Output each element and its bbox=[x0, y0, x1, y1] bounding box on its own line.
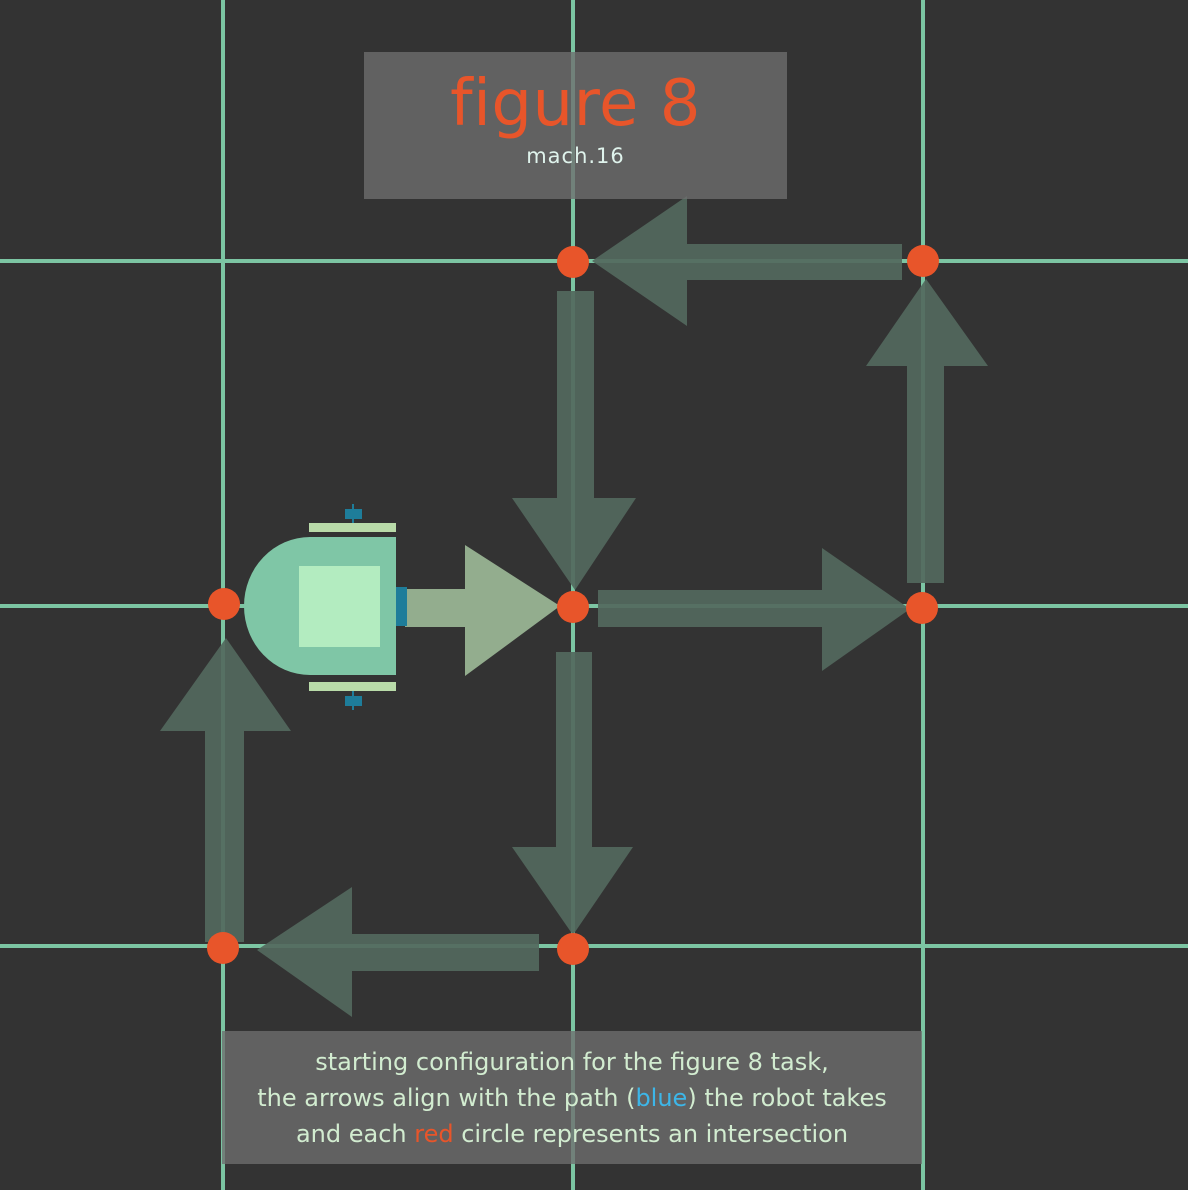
path-arrow-left bbox=[592, 196, 902, 326]
robot-wheel-bottom bbox=[309, 682, 396, 691]
intersection-circle bbox=[907, 245, 939, 277]
robot-wheel-top bbox=[309, 523, 396, 532]
intersection-circle bbox=[557, 591, 589, 623]
path-arrow-right bbox=[598, 548, 910, 671]
title-panel: figure 8 mach.16 bbox=[364, 52, 787, 199]
robot-sensor bbox=[396, 587, 407, 626]
caption-line-2: the arrows align with the path (blue) th… bbox=[222, 1080, 922, 1116]
robot-wheel-hub-top bbox=[345, 509, 362, 519]
caption-highlight-red: red bbox=[414, 1120, 454, 1148]
caption-line-1: starting configuration for the figure 8 … bbox=[315, 1048, 829, 1076]
page-title: figure 8 bbox=[450, 67, 701, 141]
intersection-circle bbox=[557, 933, 589, 965]
intersection-circle bbox=[906, 592, 938, 624]
path-arrow-down bbox=[512, 652, 633, 935]
robot-heading-arrow bbox=[405, 545, 560, 676]
caption-panel: starting configuration for the figure 8 … bbox=[222, 1031, 922, 1164]
path-arrow-up bbox=[866, 279, 988, 583]
path-arrow-up bbox=[160, 638, 291, 942]
intersection-circle bbox=[557, 246, 589, 278]
page-subtitle: mach.16 bbox=[526, 144, 625, 168]
intersection-circle bbox=[208, 588, 240, 620]
intersection-circle bbox=[207, 932, 239, 964]
robot-core bbox=[299, 566, 380, 647]
caption-text: ) the robot takes bbox=[687, 1084, 887, 1112]
path-arrow-down bbox=[512, 291, 636, 590]
caption-highlight-blue: blue bbox=[635, 1084, 688, 1112]
caption-text: and each bbox=[295, 1120, 415, 1148]
robot-icon bbox=[244, 504, 407, 710]
caption-text: the arrows align with the path ( bbox=[257, 1084, 636, 1112]
robot-wheel-hub-bottom bbox=[345, 696, 362, 706]
caption-text: circle represents an intersection bbox=[453, 1120, 849, 1148]
caption-line-3: and each red circle represents an inters… bbox=[222, 1116, 922, 1152]
path-arrow-left bbox=[257, 887, 539, 1017]
